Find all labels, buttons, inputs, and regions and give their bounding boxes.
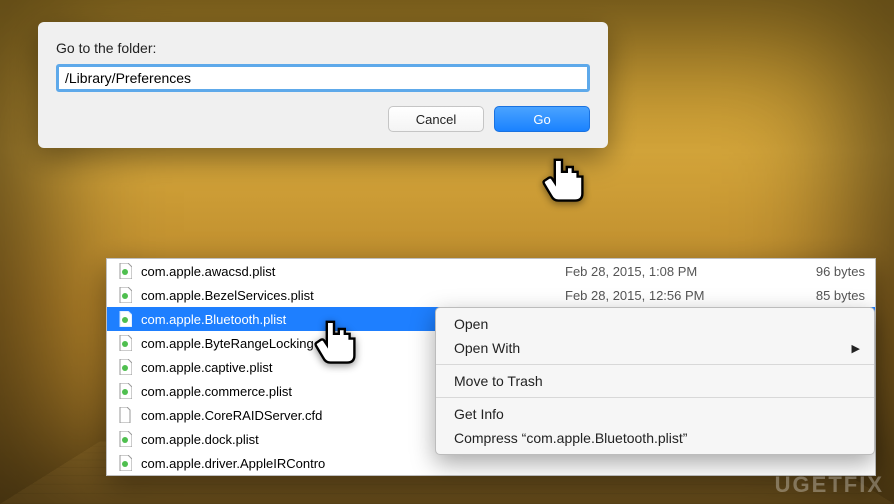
plist-icon — [117, 335, 133, 351]
go-to-folder-dialog: Go to the folder: Cancel Go — [38, 22, 608, 148]
plist-icon — [117, 383, 133, 399]
plist-icon — [117, 311, 133, 327]
plist-icon — [117, 455, 133, 471]
submenu-arrow-icon: ▶ — [852, 342, 860, 355]
plist-icon — [117, 431, 133, 447]
menu-open-with[interactable]: Open With ▶ — [436, 336, 874, 360]
file-name: com.apple.BezelServices.plist — [141, 288, 565, 303]
table-row[interactable]: com.apple.awacsd.plist Feb 28, 2015, 1:0… — [107, 259, 875, 283]
file-name: com.apple.awacsd.plist — [141, 264, 565, 279]
context-menu: Open Open With ▶ Move to Trash Get Info … — [435, 307, 875, 455]
file-size: 96 bytes — [785, 264, 865, 279]
table-row[interactable]: com.apple.BezelServices.plist Feb 28, 20… — [107, 283, 875, 307]
file-name: com.apple.driver.AppleIRContro — [141, 456, 565, 471]
folder-path-input[interactable] — [56, 64, 590, 92]
plist-icon — [117, 263, 133, 279]
cancel-button[interactable]: Cancel — [388, 106, 484, 132]
plist-icon — [117, 287, 133, 303]
pointer-hand-icon — [538, 150, 586, 208]
menu-separator — [436, 364, 874, 365]
file-date: Feb 28, 2015, 1:08 PM — [565, 264, 785, 279]
menu-open-with-label: Open With — [454, 340, 520, 356]
menu-get-info[interactable]: Get Info — [436, 402, 874, 426]
file-icon — [117, 407, 133, 423]
menu-open[interactable]: Open — [436, 312, 874, 336]
finder-file-list: com.apple.awacsd.plist Feb 28, 2015, 1:0… — [106, 258, 876, 476]
dialog-button-row: Cancel Go — [56, 106, 590, 132]
menu-compress[interactable]: Compress “com.apple.Bluetooth.plist” — [436, 426, 874, 450]
menu-separator — [436, 397, 874, 398]
menu-move-to-trash[interactable]: Move to Trash — [436, 369, 874, 393]
file-size: 85 bytes — [785, 288, 865, 303]
go-to-folder-label: Go to the folder: — [56, 40, 590, 56]
go-button[interactable]: Go — [494, 106, 590, 132]
file-date: Feb 28, 2015, 12:56 PM — [565, 288, 785, 303]
plist-icon — [117, 359, 133, 375]
